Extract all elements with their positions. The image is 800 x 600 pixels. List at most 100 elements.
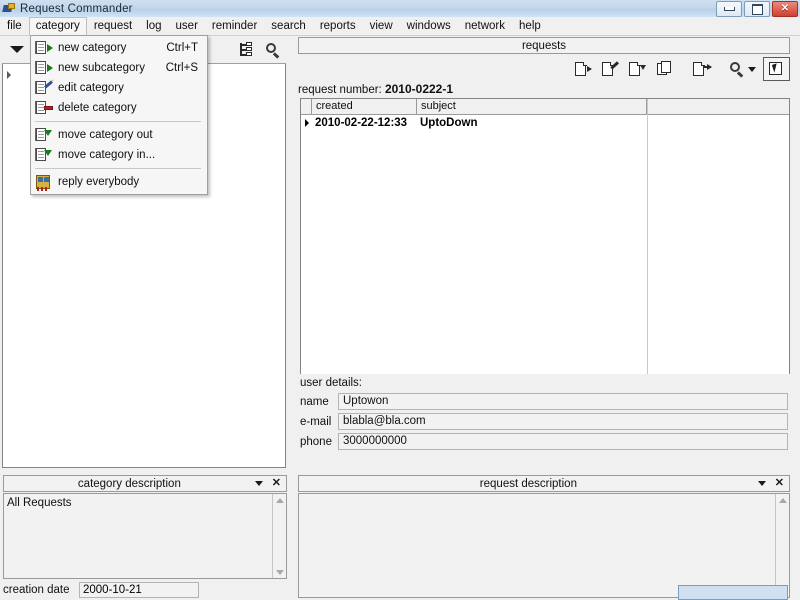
menu-option-new-subcategory[interactable]: new subcategory Ctrl+S	[31, 58, 207, 78]
menu-option-edit-category[interactable]: edit category	[31, 78, 207, 98]
edit-request-icon[interactable]	[597, 57, 624, 81]
title-bar: Request Commander ✕	[0, 0, 800, 18]
menu-item-search[interactable]: search	[264, 18, 313, 35]
menu-option-label: move category out	[58, 129, 153, 141]
menu-option-accel: Ctrl+S	[165, 62, 198, 74]
new-category-icon	[35, 40, 53, 56]
category-description-body[interactable]: All Requests	[3, 493, 287, 579]
request-number-label: request number:	[298, 84, 382, 96]
chevron-down-icon[interactable]	[757, 481, 766, 486]
grid-header-row: created subject	[301, 99, 789, 115]
expander-icon[interactable]	[7, 71, 11, 79]
requests-grid[interactable]: created subject 2010-02-22-12:33 UptoDow…	[300, 98, 790, 404]
scroll-up-icon[interactable]	[273, 494, 286, 506]
category-description-text: All Requests	[7, 497, 72, 509]
chevron-down-icon[interactable]	[254, 481, 263, 486]
user-details-section: user details: name Uptowon e-mail blabla…	[298, 374, 790, 468]
category-description-caption-bar: category description ✕	[3, 475, 287, 492]
menu-option-label: new category	[58, 42, 127, 54]
minimize-button[interactable]	[716, 1, 742, 17]
menu-item-category[interactable]: category	[28, 16, 87, 36]
request-description-panel: request description ✕	[295, 474, 800, 600]
scroll-up-icon[interactable]	[776, 494, 789, 506]
creation-date-row: creation date 2000-10-21	[3, 582, 199, 598]
menu-option-label: move category in...	[58, 149, 156, 161]
menu-item-windows[interactable]: windows	[400, 18, 458, 35]
menu-item-reminder[interactable]: reminder	[205, 18, 264, 35]
search-icon[interactable]	[260, 38, 286, 62]
application-window: Request Commander ✕ file category reques…	[0, 0, 800, 600]
scroll-down-icon[interactable]	[273, 566, 286, 578]
request-description-text	[299, 494, 789, 497]
request-number-value: 2010-0222-1	[384, 82, 454, 96]
menu-item-reports[interactable]: reports	[313, 18, 363, 35]
menu-option-label: delete category	[58, 102, 137, 114]
name-field[interactable]: Uptowon	[338, 393, 788, 410]
email-label: e-mail	[300, 415, 332, 428]
grid-header-subject[interactable]: subject	[417, 99, 647, 114]
search-requests-button[interactable]	[725, 57, 759, 81]
dropdown-caret-icon[interactable]	[4, 38, 30, 62]
search-dropdown-caret-icon[interactable]	[747, 66, 756, 72]
grid-header-indicator	[301, 99, 312, 114]
menu-option-label: new subcategory	[58, 62, 145, 74]
delete-category-icon	[35, 100, 53, 116]
request-description-scrollbar[interactable]	[775, 494, 789, 597]
menu-separator	[35, 121, 201, 122]
menu-option-delete-category[interactable]: delete category	[31, 98, 207, 118]
maximize-button[interactable]	[744, 1, 770, 17]
new-request-icon[interactable]	[570, 57, 597, 81]
menu-option-new-category[interactable]: new category Ctrl+T	[31, 38, 207, 58]
table-row[interactable]: 2010-02-22-12:33 UptoDown	[301, 115, 789, 131]
menu-option-move-category-in[interactable]: move category in...	[31, 145, 207, 165]
menu-item-network[interactable]: network	[458, 18, 512, 35]
close-request-icon[interactable]	[688, 57, 715, 81]
menu-item-request[interactable]: request	[87, 18, 139, 35]
reply-everybody-icon	[35, 174, 53, 191]
save-request-icon[interactable]	[624, 57, 651, 81]
grid-header-filler	[647, 99, 789, 114]
category-description-panel: category description ✕ All Requests crea…	[0, 474, 290, 600]
copy-request-icon[interactable]	[651, 57, 678, 81]
request-number: request number: 2010-0222-1	[298, 82, 453, 96]
row-indicator-icon	[301, 119, 312, 127]
cell-created: 2010-02-22-12:33	[315, 117, 408, 129]
tree-structure-icon[interactable]	[232, 38, 258, 62]
phone-field[interactable]: 3000000000	[338, 433, 788, 450]
email-field[interactable]: blabla@bla.com	[338, 413, 788, 430]
menu-item-view[interactable]: view	[363, 18, 400, 35]
close-icon[interactable]: ✕	[775, 478, 784, 489]
category-description-caption: category description	[77, 477, 181, 490]
menu-item-file[interactable]: file	[0, 18, 29, 35]
requests-toolbar	[298, 56, 790, 82]
user-details-row-phone: phone 3000000000	[298, 433, 790, 450]
creation-date-label: creation date	[3, 584, 70, 596]
phone-label: phone	[300, 435, 332, 448]
select-request-icon[interactable]	[763, 57, 790, 81]
creation-date-field[interactable]: 2000-10-21	[79, 582, 199, 598]
menu-item-log[interactable]: log	[139, 18, 168, 35]
request-action-button[interactable]	[678, 585, 788, 600]
requests-panel-caption: requests	[298, 37, 790, 54]
category-dropdown-menu: new category Ctrl+T new subcategory Ctrl…	[30, 35, 208, 195]
request-description-body[interactable]	[298, 493, 790, 598]
menu-item-help[interactable]: help	[512, 18, 548, 35]
window-title: Request Commander	[20, 2, 133, 15]
close-icon[interactable]: ✕	[272, 478, 281, 489]
grid-header-created[interactable]: created	[312, 99, 417, 114]
request-description-caption-bar: request description ✕	[298, 475, 790, 492]
user-details-row-email: e-mail blabla@bla.com	[298, 413, 790, 430]
menu-separator	[35, 168, 201, 169]
menu-item-user[interactable]: user	[169, 18, 205, 35]
category-description-scrollbar[interactable]	[272, 494, 286, 578]
app-icon	[2, 2, 16, 15]
request-description-footer	[298, 585, 790, 600]
menu-option-reply-everybody[interactable]: reply everybody	[31, 172, 207, 192]
request-description-caption: request description	[479, 477, 577, 490]
user-details-title: user details:	[300, 377, 363, 389]
close-button[interactable]: ✕	[772, 1, 798, 17]
menu-option-accel: Ctrl+T	[166, 42, 198, 54]
menu-option-move-category-out[interactable]: move category out	[31, 125, 207, 145]
window-controls: ✕	[716, 1, 798, 17]
cell-subject: UptoDown	[420, 117, 478, 129]
